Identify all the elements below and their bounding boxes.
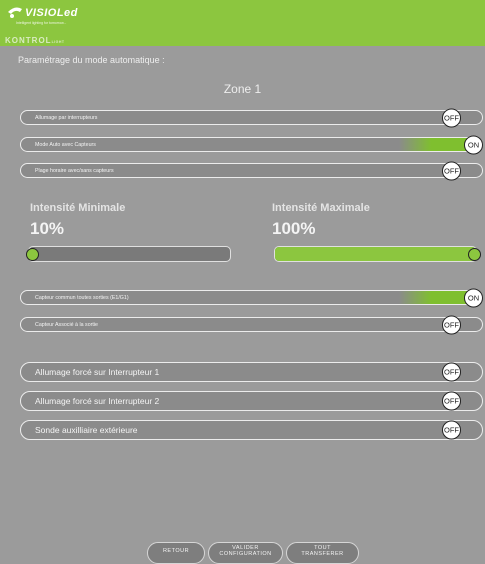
toggle-row-plage-horaire[interactable]: Plage horaire avec/sans capteurs OFF [20, 161, 483, 180]
toggle-switch[interactable]: OFF [442, 108, 461, 127]
toggle-switch[interactable]: ON [464, 288, 483, 307]
toggle-label: Allumage forcé sur Interrupteur 2 [35, 396, 160, 406]
product-name-suffix: LIGHT [51, 40, 65, 44]
brand-name: VISIOLed [25, 7, 78, 19]
validate-button-label-line2: CONFIGURATION [219, 551, 272, 557]
back-button-label: RETOUR [162, 547, 190, 554]
toggle-switch[interactable]: OFF [442, 420, 461, 440]
toggle-switch[interactable]: OFF [442, 161, 461, 180]
intensity-max-value: 100% [272, 219, 316, 238]
app-header: VISIOLed Intelligent lighting for tomorr… [0, 0, 485, 46]
toggle-row-force-interrupteur-1[interactable]: Allumage forcé sur Interrupteur 1 OFF [20, 362, 483, 382]
intensity-max-slider-handle[interactable] [468, 248, 481, 261]
toggle-label: Allumage par interrupteurs [35, 114, 98, 121]
intensity-min-slider[interactable] [28, 246, 231, 262]
toggle-label: Plage horaire avec/sans capteurs [35, 167, 114, 174]
toggle-label: Sonde auxilliaire extérieure [35, 425, 138, 435]
intensity-max-slider[interactable] [274, 246, 477, 262]
intensity-min-label: Intensité Minimale [30, 202, 126, 214]
transfer-all-button[interactable]: TOUT TRANSFERER [286, 542, 359, 564]
brand-logo: VISIOLed Intelligent lighting for tomorr… [7, 6, 78, 25]
intensity-min-value: 10% [30, 219, 65, 238]
transfer-button-label-line2: TRANSFERER [301, 551, 344, 557]
intensity-min-slider-handle[interactable] [26, 248, 39, 261]
toggle-row-capteur-associe[interactable]: Capteur Associé à la sortie OFF [20, 315, 483, 334]
intensity-max-label: Intensité Maximale [272, 202, 370, 214]
toggle-row-force-interrupteur-2[interactable]: Allumage forcé sur Interrupteur 2 OFF [20, 391, 483, 411]
lamp-icon [8, 7, 22, 18]
product-name-main: KONTROL [5, 36, 52, 45]
toggle-row-sonde-auxiliaire[interactable]: Sonde auxilliaire extérieure OFF [20, 420, 483, 440]
back-button[interactable]: RETOUR [147, 542, 205, 564]
toggle-label: Mode Auto avec Capteurs [35, 141, 96, 148]
toggle-row-capteur-commun[interactable]: Capteur commun toutes sorties (E1/G1) ON [20, 288, 483, 307]
toggle-switch[interactable]: OFF [442, 391, 461, 411]
validate-configuration-button[interactable]: VALIDER CONFIGURATION [208, 542, 283, 564]
toggle-switch[interactable]: ON [464, 135, 483, 154]
toggle-row-mode-auto-capteurs[interactable]: Mode Auto avec Capteurs ON [20, 135, 483, 154]
page-title: Paramétrage du mode automatique : [18, 55, 165, 65]
toggle-switch[interactable]: OFF [442, 362, 461, 382]
product-name: KONTROLLIGHT [5, 36, 65, 45]
slider-fill [275, 247, 476, 261]
toggle-switch[interactable]: OFF [442, 315, 461, 334]
toggle-label: Allumage forcé sur Interrupteur 1 [35, 367, 160, 377]
toggle-label: Capteur commun toutes sorties (E1/G1) [35, 294, 129, 301]
zone-title: Zone 1 [223, 82, 262, 96]
brand-tagline: Intelligent lighting for tomorrow... [16, 21, 67, 25]
toggle-label: Capteur Associé à la sortie [35, 321, 99, 328]
toggle-row-allumage-interrupteurs[interactable]: Allumage par interrupteurs OFF [20, 108, 483, 127]
